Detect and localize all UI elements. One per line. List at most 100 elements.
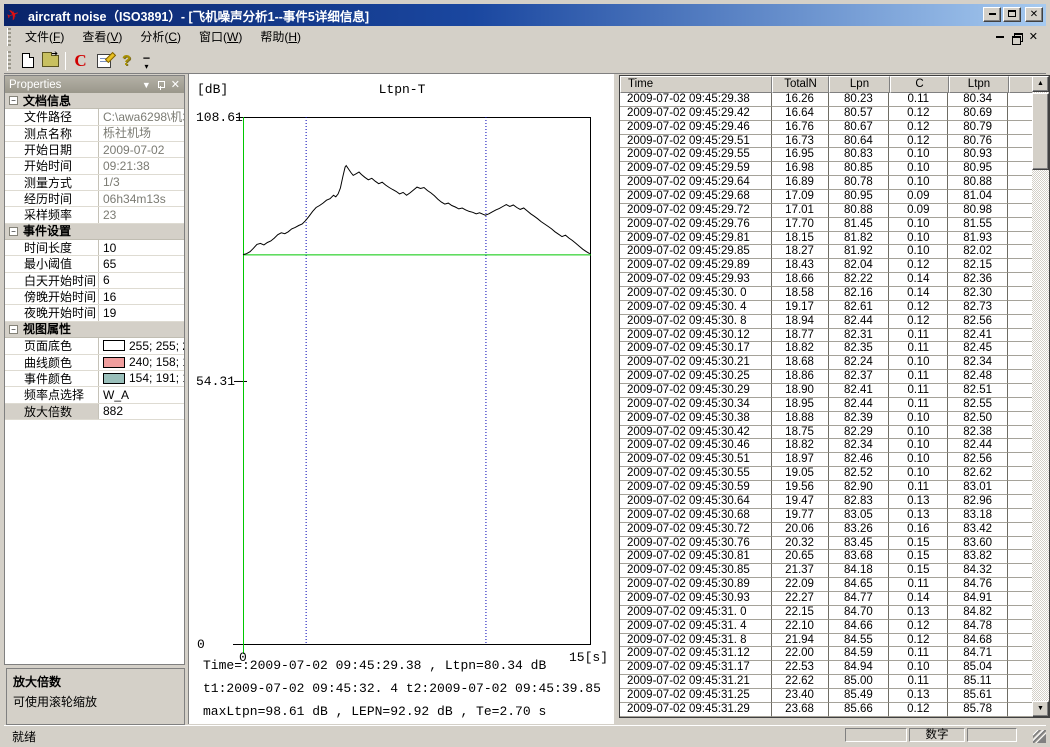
- property-value[interactable]: 栎社机场: [99, 126, 184, 141]
- property-value[interactable]: 23: [99, 207, 184, 222]
- column-header-time[interactable]: Time: [620, 76, 772, 93]
- column-header-totaln[interactable]: TotalN: [772, 76, 829, 93]
- property-row[interactable]: 放大倍数882: [5, 404, 184, 420]
- property-value[interactable]: 1/3: [99, 175, 184, 190]
- table-row[interactable]: 2009-07-02 09:45:29.9318.6682.220.1482.3…: [620, 273, 1032, 287]
- property-row[interactable]: 页面底色255; 255; 255: [5, 338, 184, 354]
- close-button[interactable]: ✕: [1025, 7, 1043, 22]
- menu-item-analysis[interactable]: 分析(C): [131, 28, 190, 46]
- table-row[interactable]: 2009-07-02 09:45:30.7220.0683.260.1683.4…: [620, 523, 1032, 537]
- property-row[interactable]: 时间长度10: [5, 240, 184, 256]
- table-scrollbar[interactable]: ▲ ▼: [1032, 76, 1049, 717]
- table-row[interactable]: 2009-07-02 09:45:31.1722.5384.940.1085.0…: [620, 661, 1032, 675]
- table-row[interactable]: 2009-07-02 09:45:30.4218.7582.290.1082.3…: [620, 426, 1032, 440]
- properties-button[interactable]: [92, 50, 115, 72]
- panel-pin-icon[interactable]: [157, 80, 165, 90]
- property-row[interactable]: 事件颜色154; 191; 186: [5, 371, 184, 387]
- property-value[interactable]: 10: [99, 240, 184, 255]
- property-row[interactable]: 采样频率23: [5, 207, 184, 223]
- toolbar-grip[interactable]: [7, 51, 11, 71]
- table-row[interactable]: 2009-07-02 09:45:31.2923.6885.660.1285.7…: [620, 703, 1032, 717]
- table-row[interactable]: 2009-07-02 09:45:30.3818.8882.390.1082.5…: [620, 412, 1032, 426]
- property-value[interactable]: 2009-07-02: [99, 142, 184, 157]
- property-value[interactable]: 255; 255; 255: [99, 338, 184, 353]
- table-row[interactable]: 2009-07-02 09:45:31.2523.4085.490.1385.6…: [620, 689, 1032, 703]
- scrollbar-thumb[interactable]: [1032, 93, 1049, 170]
- table-row[interactable]: 2009-07-02 09:45:29.8118.1581.820.1081.9…: [620, 232, 1032, 246]
- maximize-button[interactable]: [1003, 7, 1021, 22]
- table-row[interactable]: 2009-07-02 09:45:31. 821.9484.550.1284.6…: [620, 634, 1032, 648]
- property-value[interactable]: W_A: [99, 387, 184, 402]
- property-value[interactable]: 09:21:38: [99, 158, 184, 173]
- table-row[interactable]: 2009-07-02 09:45:29.6817.0980.950.0981.0…: [620, 190, 1032, 204]
- property-value[interactable]: 16: [99, 289, 184, 304]
- property-row[interactable]: 曲线颜色240; 158; 158: [5, 355, 184, 371]
- menu-item-view[interactable]: 查看(V): [73, 28, 131, 46]
- chart-view[interactable]: [dB] Ltpn-T 108.61 54.31 0 0 15[s] Time=…: [188, 74, 614, 724]
- table-row[interactable]: 2009-07-02 09:45:30.8521.3784.180.1584.3…: [620, 564, 1032, 578]
- new-document-button[interactable]: [16, 50, 39, 72]
- mdi-minimize-icon[interactable]: [996, 29, 1004, 45]
- menubar-grip[interactable]: [7, 28, 11, 46]
- table-row[interactable]: 2009-07-02 09:45:30.2518.8682.370.1182.4…: [620, 370, 1032, 384]
- table-row[interactable]: 2009-07-02 09:45:30.6419.4782.830.1382.9…: [620, 495, 1032, 509]
- collapse-minus-icon[interactable]: −: [9, 96, 18, 105]
- table-body[interactable]: 2009-07-02 09:45:29.3816.2680.230.1180.3…: [620, 93, 1032, 717]
- property-value[interactable]: C:\awa6298\机场: [99, 109, 184, 124]
- property-value[interactable]: 154; 191; 186: [99, 371, 184, 386]
- property-value[interactable]: 240; 158; 158: [99, 355, 184, 370]
- collapse-minus-icon[interactable]: −: [9, 227, 18, 236]
- table-row[interactable]: 2009-07-02 09:45:30.6819.7783.050.1383.1…: [620, 509, 1032, 523]
- property-row[interactable]: 经历时间06h34m13s: [5, 191, 184, 207]
- table-row[interactable]: 2009-07-02 09:45:30.8922.0984.650.1184.7…: [620, 578, 1032, 592]
- scroll-down-arrow-icon[interactable]: ▼: [1032, 701, 1049, 717]
- property-value[interactable]: 65: [99, 256, 184, 271]
- table-row[interactable]: 2009-07-02 09:45:30.1718.8282.350.1182.4…: [620, 342, 1032, 356]
- property-row[interactable]: 文件路径C:\awa6298\机场: [5, 109, 184, 125]
- mdi-restore-icon[interactable]: [1012, 33, 1021, 42]
- property-row[interactable]: 测量方式1/3: [5, 175, 184, 191]
- table-row[interactable]: 2009-07-02 09:45:29.7617.7081.450.1081.5…: [620, 218, 1032, 232]
- table-row[interactable]: 2009-07-02 09:45:29.4216.6480.570.1280.6…: [620, 107, 1032, 121]
- table-row[interactable]: 2009-07-02 09:45:29.6416.8980.780.1080.8…: [620, 176, 1032, 190]
- table-row[interactable]: 2009-07-02 09:45:30. 018.5882.160.1482.3…: [620, 287, 1032, 301]
- table-row[interactable]: 2009-07-02 09:45:30.1218.7782.310.1182.4…: [620, 329, 1032, 343]
- menu-item-window[interactable]: 窗口(W): [190, 28, 251, 46]
- table-row[interactable]: 2009-07-02 09:45:30.5519.0582.520.1082.6…: [620, 467, 1032, 481]
- table-row[interactable]: 2009-07-02 09:45:29.3816.2680.230.1180.3…: [620, 93, 1032, 107]
- property-section-header[interactable]: −事件设置: [5, 224, 184, 240]
- table-row[interactable]: 2009-07-02 09:45:30. 818.9482.440.1282.5…: [620, 315, 1032, 329]
- property-value[interactable]: 06h34m13s: [99, 191, 184, 206]
- table-row[interactable]: 2009-07-02 09:45:30.5919.5682.900.1183.0…: [620, 481, 1032, 495]
- minimize-button[interactable]: [983, 7, 1001, 22]
- toolbar-overflow-button[interactable]: ▔▾: [140, 50, 153, 72]
- property-row[interactable]: 夜晚开始时间19: [5, 305, 184, 321]
- table-row[interactable]: 2009-07-02 09:45:29.8518.2781.920.1082.0…: [620, 245, 1032, 259]
- menu-item-help[interactable]: 帮助(H): [251, 28, 310, 46]
- table-row[interactable]: 2009-07-02 09:45:29.5916.9880.850.1080.9…: [620, 162, 1032, 176]
- table-row[interactable]: 2009-07-02 09:45:30.4618.8282.340.1082.4…: [620, 439, 1032, 453]
- panel-close-icon[interactable]: ✕: [171, 80, 180, 90]
- property-row[interactable]: 最小阈值65: [5, 256, 184, 272]
- table-row[interactable]: 2009-07-02 09:45:29.7217.0180.880.0980.9…: [620, 204, 1032, 218]
- table-row[interactable]: 2009-07-02 09:45:30.8120.6583.680.1583.8…: [620, 550, 1032, 564]
- table-row[interactable]: 2009-07-02 09:45:30.2118.6882.240.1082.3…: [620, 356, 1032, 370]
- c-weighting-button[interactable]: C: [69, 50, 92, 72]
- table-row[interactable]: 2009-07-02 09:45:31. 422.1084.660.1284.7…: [620, 620, 1032, 634]
- property-section-header[interactable]: −视图属性: [5, 322, 184, 338]
- help-button[interactable]: ?: [115, 50, 138, 72]
- column-header-lpn[interactable]: Lpn: [829, 76, 890, 93]
- table-row[interactable]: 2009-07-02 09:45:31. 022.1584.700.1384.8…: [620, 606, 1032, 620]
- property-row[interactable]: 白天开始时间6: [5, 273, 184, 289]
- property-value[interactable]: 6: [99, 273, 184, 288]
- table-row[interactable]: 2009-07-02 09:45:29.5516.9580.830.1080.9…: [620, 148, 1032, 162]
- properties-panel-header[interactable]: Properties ▼ ✕: [5, 76, 184, 93]
- table-row[interactable]: 2009-07-02 09:45:31.2122.6285.000.1185.1…: [620, 675, 1032, 689]
- property-row[interactable]: 开始时间09:21:38: [5, 158, 184, 174]
- property-row[interactable]: 开始日期2009-07-02: [5, 142, 184, 158]
- mdi-close-icon[interactable]: ✕: [1029, 29, 1038, 45]
- menu-item-file[interactable]: 文件(F): [16, 28, 73, 46]
- column-header-ltpn[interactable]: Ltpn: [949, 76, 1009, 93]
- resize-grip[interactable]: [1033, 730, 1046, 743]
- open-file-button[interactable]: [39, 50, 62, 72]
